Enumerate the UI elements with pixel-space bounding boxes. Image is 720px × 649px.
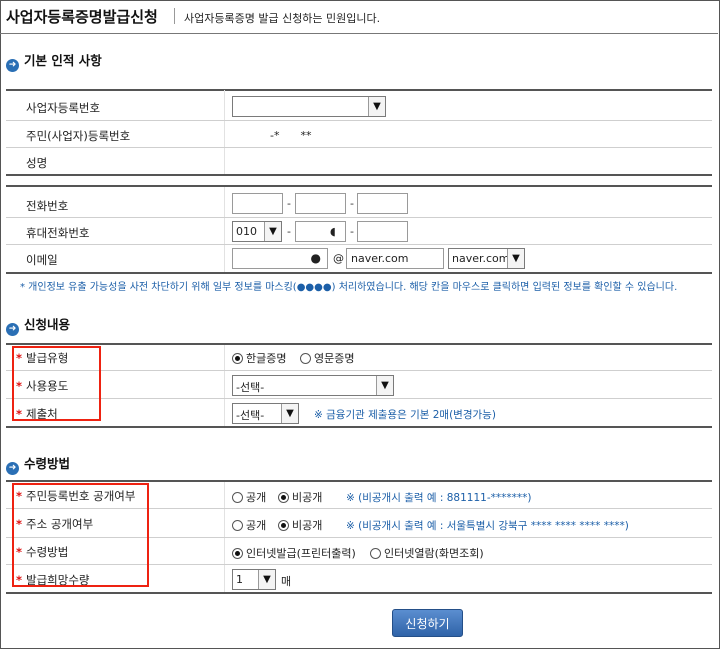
resident-disclose-note: ※ (비공개시 출력 예 : 881111-*******): [346, 492, 532, 504]
submit-to-select-value: -선택-: [236, 409, 265, 422]
masked-dot-icon: ◖: [330, 225, 336, 238]
header-divider: [174, 8, 175, 24]
chevron-down-icon: ▼: [368, 97, 385, 116]
mobile-part3-input[interactable]: [357, 221, 408, 242]
quantity-select[interactable]: 1 ▼: [232, 569, 276, 590]
address-disclose-note: ※ (비공개시 출력 예 : 서울특별시 강북구 **** **** **** …: [346, 520, 629, 532]
page-header: 사업자등록증명발급신청 사업자등록증명 발급 신청하는 민원입니다.: [0, 0, 718, 34]
mobile-dash: -: [350, 225, 354, 238]
col-divider: [224, 187, 225, 273]
radio-checked-icon: [278, 520, 289, 531]
radio-unchecked-icon: [300, 353, 311, 364]
email-id-input[interactable]: ●: [232, 248, 328, 269]
email-at: @: [333, 252, 344, 265]
address-disclose-public-radio[interactable]: 공개: [232, 517, 266, 533]
email-domain-input[interactable]: naver.com: [346, 248, 444, 269]
row-divider: [6, 244, 712, 245]
col-divider: [224, 345, 225, 427]
highlight-box: [12, 483, 149, 587]
radio-unchecked-icon: [232, 520, 243, 531]
receive-method-view-radio[interactable]: 인터넷열람(화면조회): [370, 545, 484, 561]
radio-checked-icon: [278, 492, 289, 503]
usage-select[interactable]: -선택- ▼: [232, 375, 394, 396]
page-subtitle: 사업자등록증명 발급 신청하는 민원입니다.: [184, 12, 381, 25]
submit-to-select[interactable]: -선택- ▼: [232, 403, 299, 424]
masked-dot-icon: ●: [310, 251, 321, 265]
row-divider: [6, 147, 712, 148]
usage-select-value: -선택-: [236, 381, 265, 394]
mobile-prefix-value: 010: [236, 225, 257, 238]
radio-checked-icon: [232, 353, 243, 364]
arrow-circle-icon: ➜: [6, 59, 19, 72]
col-divider: [224, 90, 225, 174]
resident-disclose-public-radio[interactable]: 공개: [232, 489, 266, 505]
chevron-down-icon: ▼: [258, 570, 275, 589]
issue-type-english-radio[interactable]: 영문증명: [300, 350, 354, 366]
chevron-down-icon: ▼: [507, 249, 524, 268]
name-label: 성명: [26, 156, 48, 170]
email-domain-select[interactable]: naver.com ▼: [448, 248, 525, 269]
table-top-border: [6, 480, 712, 482]
row-divider: [6, 398, 712, 399]
section-basic-title: 기본 인적 사항: [24, 53, 102, 68]
radio-checked-icon: [232, 548, 243, 559]
phone-part1-input[interactable]: [232, 193, 283, 214]
chevron-down-icon: ▼: [281, 404, 298, 423]
receive-method-print-radio[interactable]: 인터넷발급(프린터출력): [232, 545, 356, 561]
quantity-select-value: 1: [236, 573, 243, 586]
arrow-circle-icon: ➜: [6, 323, 19, 336]
submit-to-note: ※ 금융기관 제출용은 기본 2매(변경가능): [314, 409, 496, 421]
radio-unchecked-icon: [370, 548, 381, 559]
table-top-border: [6, 89, 712, 91]
resident-disclose-private-radio[interactable]: 비공개: [278, 489, 322, 505]
mobile-part2-input[interactable]: ◖: [295, 221, 346, 242]
resident-no-label: 주민(사업자)등록번호: [26, 129, 131, 143]
row-divider: [6, 120, 712, 121]
biz-no-select[interactable]: ▼: [232, 96, 386, 117]
email-label: 이메일: [26, 253, 58, 267]
phone-label: 전화번호: [26, 199, 69, 213]
address-disclose-private-radio[interactable]: 비공개: [278, 517, 322, 533]
arrow-circle-icon: ➜: [6, 462, 19, 475]
section-apply-title: 신청내용: [24, 317, 71, 332]
table-bottom-border: [6, 174, 712, 176]
row-divider: [6, 217, 712, 218]
chevron-down-icon: ▼: [264, 222, 281, 241]
page-title: 사업자등록증명발급신청: [6, 8, 158, 26]
mobile-label: 휴대전화번호: [26, 226, 90, 240]
table-bottom-border: [6, 426, 712, 428]
highlight-box: [12, 346, 101, 421]
mobile-dash: -: [287, 225, 291, 238]
mobile-prefix-select[interactable]: 010 ▼: [232, 221, 282, 242]
section-apply-heading: ➜ 신청내용: [6, 314, 70, 336]
section-basic-heading: ➜ 기본 인적 사항: [6, 50, 102, 72]
table-bottom-border: [6, 592, 712, 594]
section-receive-heading: ➜ 수령방법: [6, 453, 70, 475]
radio-unchecked-icon: [232, 492, 243, 503]
biz-no-label: 사업자등록번호: [26, 101, 101, 115]
chevron-down-icon: ▼: [376, 376, 393, 395]
quantity-unit: 매: [281, 575, 292, 588]
phone-part2-input[interactable]: [295, 193, 346, 214]
row-divider: [6, 370, 712, 371]
email-domain-select-value: naver.com: [452, 252, 510, 265]
phone-dash: -: [350, 197, 354, 210]
submit-button[interactable]: 신청하기: [392, 609, 463, 637]
phone-part3-input[interactable]: [357, 193, 408, 214]
privacy-note: * 개인정보 유출 가능성을 사전 차단하기 위해 일부 정보를 마스킹(●●●…: [20, 282, 678, 293]
phone-dash: -: [287, 197, 291, 210]
table-bottom-border: [6, 272, 712, 274]
section-receive-title: 수령방법: [24, 456, 71, 471]
table-top-border: [6, 185, 712, 187]
resident-no-value: -* **: [270, 129, 312, 142]
issue-type-korean-radio[interactable]: 한글증명: [232, 350, 286, 366]
table-top-border: [6, 343, 712, 345]
